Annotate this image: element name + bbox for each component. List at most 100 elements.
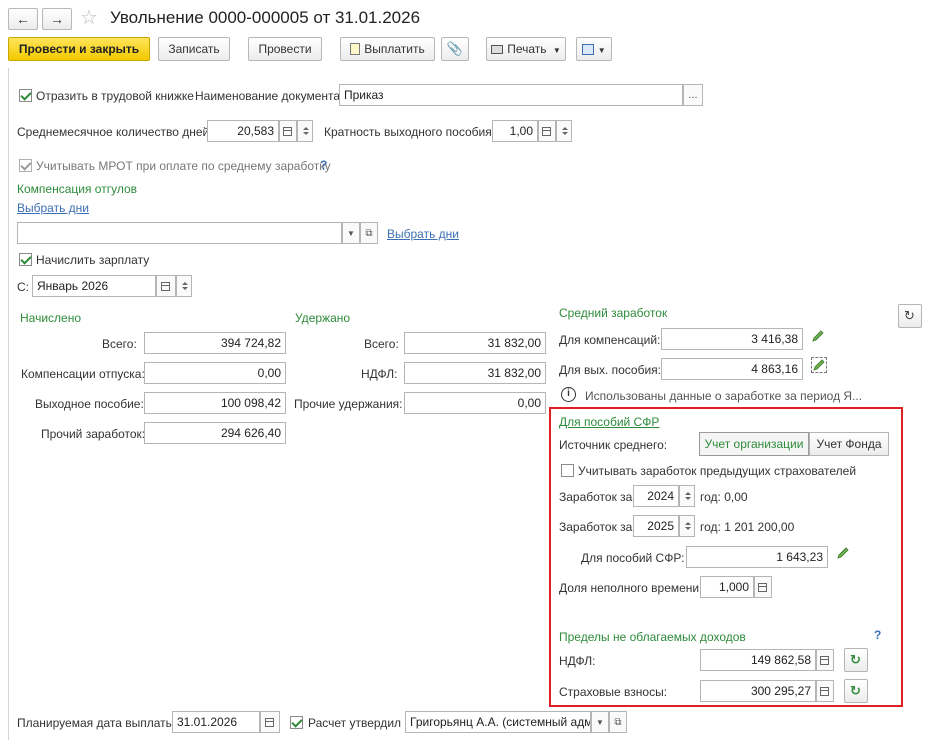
refresh-icon: ↻ <box>904 308 915 323</box>
multiplicity-spinner[interactable] <box>556 120 572 142</box>
open-window-icon: ⧉ <box>614 717 622 728</box>
comp-days-open-button[interactable]: ⧉ <box>360 222 378 244</box>
withheld-other-value[interactable]: 0,00 <box>404 392 546 414</box>
comp-days-dropdown-button[interactable]: ▼ <box>342 222 360 244</box>
sfr-link[interactable]: Для пособий СФР <box>559 415 659 429</box>
earnings-2024-year[interactable]: 2024 <box>633 485 679 507</box>
accrued-severance-label: Выходное пособие: <box>35 397 144 411</box>
choose-days-link[interactable]: Выбрать дни <box>17 201 89 215</box>
withheld-total-label: Всего: <box>364 337 399 351</box>
print-button[interactable]: Печать ▼ <box>486 37 566 61</box>
calculator-icon <box>283 127 292 136</box>
pay-date-input[interactable]: 31.01.2026 <box>172 711 260 733</box>
avg-severance-value[interactable]: 4 863,16 <box>661 358 803 380</box>
limits-help-icon[interactable]: ? <box>874 628 881 642</box>
comp-days-select[interactable] <box>17 222 342 244</box>
calculator-icon <box>820 687 829 696</box>
chevron-down-icon: ▼ <box>597 46 606 55</box>
avg-compensation-label: Для компенсаций: <box>559 333 661 347</box>
from-calendar-button[interactable] <box>156 275 176 297</box>
edit-pencil-icon[interactable] <box>811 357 827 373</box>
vacation-comp-title: Компенсация отгулов <box>17 182 137 196</box>
avg-earnings-title: Средний заработок <box>559 306 668 320</box>
approver-input[interactable]: Григорьянц А.А. (системный адми <box>405 711 591 733</box>
save-button[interactable]: Записать <box>158 37 230 61</box>
limits-ndfl-value[interactable]: 149 862,58 <box>700 649 816 671</box>
back-button[interactable]: ← <box>8 8 38 30</box>
multiplicity-input[interactable]: 1,00 <box>492 120 538 142</box>
limits-ndfl-calculator-button[interactable] <box>816 649 834 671</box>
choose-days-link-2[interactable]: Выбрать дни <box>387 227 459 241</box>
pay-date-calendar-button[interactable] <box>260 711 280 733</box>
avg-severance-label: Для вых. пособия: <box>559 363 662 377</box>
export-icon <box>582 44 595 55</box>
calculator-icon <box>820 656 829 665</box>
avg-days-label: Среднемесячное количество дней: <box>17 125 213 139</box>
avg-compensation-value[interactable]: 3 416,38 <box>661 328 803 350</box>
withheld-other-label: Прочие удержания: <box>294 397 403 411</box>
limits-ndfl-refresh-button[interactable]: ↻ <box>844 648 868 672</box>
accrued-total-label: Всего: <box>102 337 137 351</box>
from-month-spinner[interactable] <box>176 275 192 297</box>
paperclip-icon: 📎 <box>446 41 464 56</box>
post-button[interactable]: Провести <box>248 37 322 61</box>
doc-name-input[interactable]: Приказ <box>339 84 683 106</box>
labor-book-checkbox[interactable] <box>19 89 32 102</box>
recalc-button[interactable]: ↻ <box>898 304 922 328</box>
calendar-icon <box>265 718 274 727</box>
doc-name-select-button[interactable]: ... <box>683 84 703 106</box>
avg-days-calculator-button[interactable] <box>279 120 297 142</box>
printer-icon <box>491 45 504 54</box>
source-fund-toggle[interactable]: Учет Фонда <box>809 432 889 456</box>
earnings-2024-label: Заработок за <box>559 490 633 504</box>
sfr-benefit-value[interactable]: 1 643,23 <box>686 546 828 568</box>
print-label: Печать <box>507 42 547 56</box>
accrue-salary-label: Начислить зарплату <box>36 253 150 267</box>
earnings-2024-spinner[interactable] <box>679 485 695 507</box>
parttime-value[interactable]: 1,000 <box>700 576 754 598</box>
favorite-star-icon[interactable]: ☆ <box>80 5 98 30</box>
left-border-line <box>8 68 9 740</box>
accrue-salary-checkbox[interactable] <box>19 253 32 266</box>
sfr-benefit-label: Для пособий СФР: <box>581 551 685 565</box>
limits-insurance-value[interactable]: 300 295,27 <box>700 680 816 702</box>
approver-dropdown-button[interactable]: ▼ <box>591 711 609 733</box>
parttime-calculator-button[interactable] <box>754 576 772 598</box>
accrued-severance-value[interactable]: 100 098,42 <box>144 392 286 414</box>
from-month-input[interactable]: Январь 2026 <box>32 275 156 297</box>
accrued-vacation-comp-value[interactable]: 0,00 <box>144 362 286 384</box>
multiplicity-calculator-button[interactable] <box>538 120 556 142</box>
more-actions-button[interactable]: ▼ <box>576 37 612 61</box>
avg-days-input[interactable]: 20,583 <box>207 120 279 142</box>
pay-date-label: Планируемая дата выплаты: <box>17 716 178 730</box>
forward-button[interactable]: → <box>42 8 72 30</box>
withheld-ndfl-label: НДФЛ: <box>361 367 398 381</box>
withheld-ndfl-value[interactable]: 31 832,00 <box>404 362 546 384</box>
avg-info-text: Использованы данные о заработке за перио… <box>585 389 863 403</box>
source-org-toggle[interactable]: Учет организации <box>699 432 809 456</box>
edit-pencil-icon[interactable] <box>836 546 850 560</box>
mrot-help-icon[interactable]: ? <box>320 158 327 172</box>
earnings-2025-spinner[interactable] <box>679 515 695 537</box>
limits-insurance-refresh-button[interactable]: ↻ <box>844 679 868 703</box>
accrued-total-value[interactable]: 394 724,82 <box>144 332 286 354</box>
earnings-2025-label: Заработок за <box>559 520 633 534</box>
approved-checkbox[interactable] <box>290 716 303 729</box>
limits-ndfl-label: НДФЛ: <box>559 654 596 668</box>
withheld-total-value[interactable]: 31 832,00 <box>404 332 546 354</box>
accrued-other-value[interactable]: 294 626,40 <box>144 422 286 444</box>
avg-days-spinner[interactable] <box>297 120 313 142</box>
mrot-checkbox[interactable] <box>19 159 32 172</box>
approver-open-button[interactable]: ⧉ <box>609 711 627 733</box>
attach-button[interactable]: 📎 <box>441 37 469 61</box>
calculator-icon <box>542 127 551 136</box>
post-and-close-button[interactable]: Провести и закрыть <box>8 37 150 61</box>
labor-book-label: Отразить в трудовой книжке <box>36 89 194 103</box>
calculator-icon <box>758 583 767 592</box>
edit-pencil-icon[interactable] <box>811 329 825 343</box>
post-label: Провести <box>258 42 312 56</box>
prev-insurers-checkbox[interactable] <box>561 464 574 477</box>
pay-button[interactable]: Выплатить <box>340 37 435 61</box>
earnings-2025-year[interactable]: 2025 <box>633 515 679 537</box>
limits-insurance-calculator-button[interactable] <box>816 680 834 702</box>
